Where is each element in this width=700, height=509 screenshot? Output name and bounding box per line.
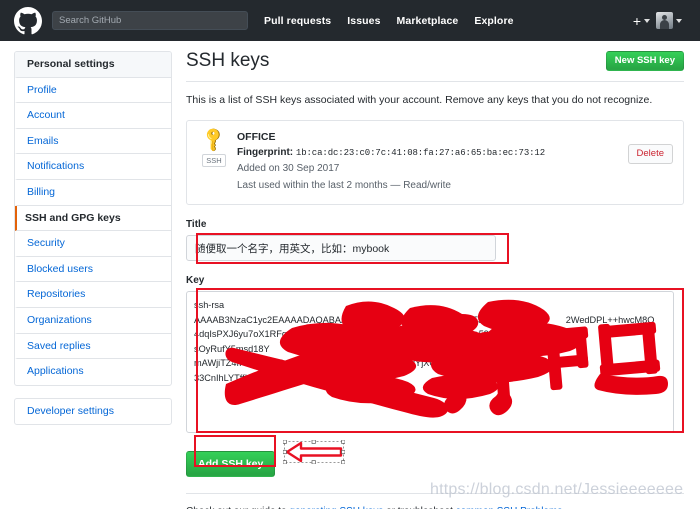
settings-sidebar: Personal settings Profile Account Emails…: [14, 51, 172, 426]
page-header: SSH keys New SSH key: [186, 50, 684, 82]
nav-item-explore[interactable]: Explore: [474, 15, 513, 27]
ssh-key-details: OFFICE Fingerprint: 1b:ca:dc:23:c0:7c:41…: [231, 130, 628, 195]
chevron-down-icon: [676, 18, 682, 23]
sidebar-item-repositories[interactable]: Repositories: [15, 282, 171, 308]
user-menu[interactable]: [656, 12, 682, 29]
key-field-group: Key: [186, 275, 684, 438]
key-icon: 🔑: [199, 124, 229, 154]
sidebar-item-account[interactable]: Account: [15, 103, 171, 129]
key-label: Key: [186, 275, 205, 287]
new-ssh-key-button[interactable]: New SSH key: [605, 51, 684, 72]
key-type-tag: SSH: [202, 153, 226, 167]
header-right-controls: +: [633, 12, 690, 29]
ssh-key-fingerprint-row: Fingerprint: 1b:ca:dc:23:c0:7c:41:08:fa:…: [237, 145, 628, 161]
sidebar-list: Personal settings Profile Account Emails…: [14, 51, 172, 386]
global-header: Pull requests Issues Marketplace Explore…: [0, 0, 700, 41]
page-title: SSH keys: [186, 50, 270, 71]
search-input[interactable]: [52, 11, 248, 30]
nav-item-issues[interactable]: Issues: [347, 15, 380, 27]
title-input[interactable]: [186, 235, 496, 262]
sidebar-item-emails[interactable]: Emails: [15, 129, 171, 155]
sidebar-item-organizations[interactable]: Organizations: [15, 308, 171, 334]
sidebar-item-ssh-and-gpg-keys[interactable]: SSH and GPG keys: [15, 205, 171, 232]
title-field-group: Title: [186, 219, 684, 262]
sidebar-heading: Personal settings: [15, 52, 171, 78]
fingerprint-value: 1b:ca:dc:23:c0:7c:41:08:fa:27:a6:65:ba:e…: [295, 148, 546, 159]
title-label: Title: [186, 219, 207, 231]
nav-item-pull-requests[interactable]: Pull requests: [264, 15, 331, 27]
plus-icon: +: [632, 12, 641, 29]
developer-settings-list: Developer settings: [14, 397, 172, 426]
avatar: [656, 12, 673, 29]
page-root: Pull requests Issues Marketplace Explore…: [0, 0, 700, 509]
sidebar-item-security[interactable]: Security: [15, 231, 171, 257]
sidebar-item-billing[interactable]: Billing: [15, 180, 171, 206]
sidebar-item-profile[interactable]: Profile: [15, 78, 171, 104]
ssh-key-name: OFFICE: [237, 130, 276, 143]
page-content: Personal settings Profile Account Emails…: [0, 41, 700, 509]
footer-divider: [186, 493, 684, 495]
sidebar-item-saved-replies[interactable]: Saved replies: [15, 334, 171, 360]
sidebar-item-developer-settings[interactable]: Developer settings: [15, 399, 171, 425]
fingerprint-label: Fingerprint:: [237, 147, 294, 159]
sidebar-item-notifications[interactable]: Notifications: [15, 154, 171, 180]
intro-text: This is a list of SSH keys associated wi…: [186, 93, 653, 106]
key-badge: 🔑 SSH: [197, 125, 231, 167]
footer-help-text: Check out our guide to generating SSH ke…: [186, 504, 684, 509]
ssh-key-last-used: Last used within the last 2 months — Rea…: [237, 179, 451, 191]
sidebar-item-blocked-users[interactable]: Blocked users: [15, 257, 171, 283]
left-arrow-annotation: [283, 440, 345, 464]
main-column: SSH keys New SSH key This is a list of S…: [186, 50, 684, 509]
github-mark-icon[interactable]: [14, 6, 42, 35]
add-ssh-key-button[interactable]: Add SSH key: [186, 451, 276, 478]
sidebar-item-applications[interactable]: Applications: [15, 359, 171, 385]
ssh-key-added-date: Added on 30 Sep 2017: [237, 163, 340, 175]
delete-key-button[interactable]: Delete: [627, 143, 673, 165]
create-new-menu[interactable]: +: [633, 14, 650, 28]
header-nav: Pull requests Issues Marketplace Explore: [264, 15, 514, 27]
nav-item-marketplace[interactable]: Marketplace: [397, 15, 459, 27]
chevron-down-icon: [644, 18, 650, 23]
key-textarea[interactable]: [186, 291, 674, 434]
submit-row: Add SSH key: [186, 451, 684, 478]
ssh-key-card: 🔑 SSH OFFICE Fingerprint: 1b:ca:dc:23:c0…: [186, 119, 684, 206]
